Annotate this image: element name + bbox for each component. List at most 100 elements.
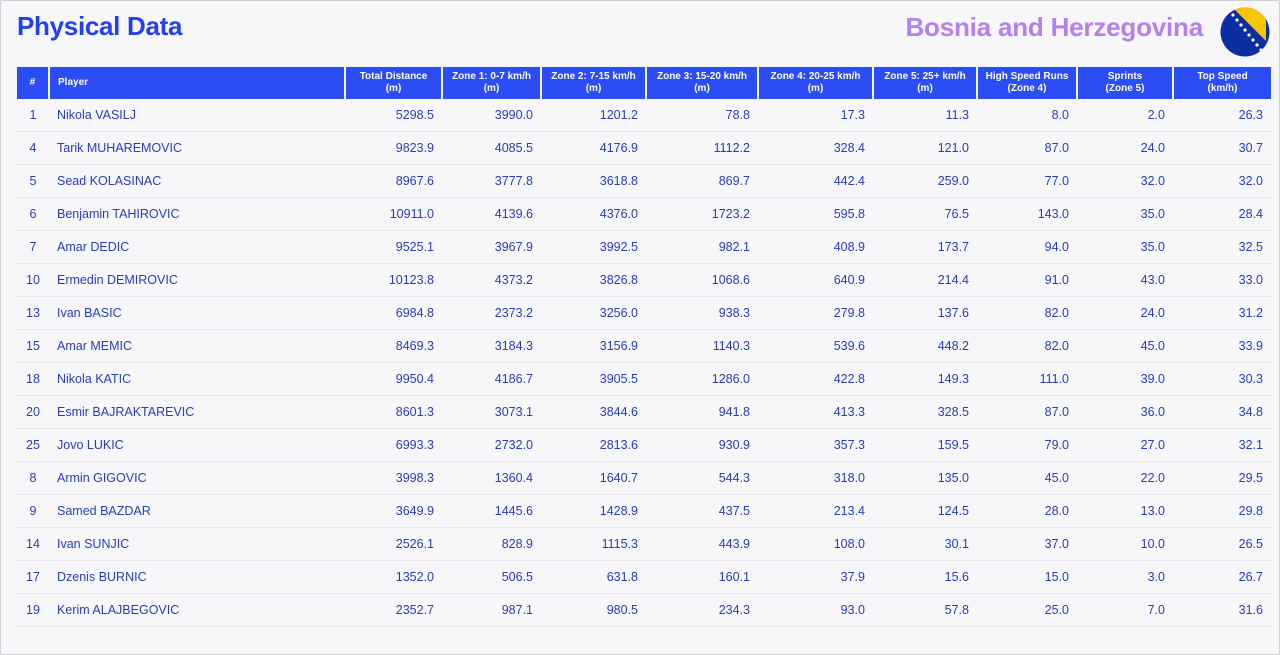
stat-cell: 4186.7 [442,362,541,396]
column-header: Zone 5: 25+ km/h (m) [873,67,978,99]
stat-cell: 3618.8 [541,164,646,198]
page-title: Physical Data [17,11,183,41]
stat-cell: 1640.7 [541,461,646,495]
stat-cell: 3967.9 [442,230,541,264]
stat-cell: 93.0 [758,593,873,627]
stat-cell: 1140.3 [646,329,758,363]
stat-cell: 595.8 [758,197,873,231]
player-name: Dzenis BURNIC [49,560,345,594]
column-header-unit: (km/h) [1207,83,1238,94]
column-header-unit: (m) [585,83,602,94]
column-header-label: Zone 2: 7-15 km/h [551,71,636,82]
stat-cell: 408.9 [758,230,873,264]
table-row: 4 Tarik MUHAREMOVIC 9823.9 4085.5 4176.9 1112… [17,131,1271,165]
stat-cell: 8469.3 [345,329,442,363]
player-name: Ivan SUNJIC [49,527,345,561]
player-name: Sead KOLASINAC [49,164,345,198]
stat-cell: 45.0 [977,461,1077,495]
stat-cell: 1068.6 [646,263,758,297]
stat-cell: 11.3 [873,99,977,132]
column-header-unit: (m) [917,83,933,94]
table-row: 19 Kerim ALAJBEGOVIC 2352.7 987.1 980.5 234.3… [17,593,1271,627]
stat-cell: 8.0 [977,99,1077,132]
table-row: 9 Samed BAZDAR 3649.9 1445.6 1428.9 437.5 213.… [17,494,1271,528]
stat-cell: 26.5 [1173,527,1271,561]
table-row: 13 Ivan BASIC 6984.8 2373.2 3256.0 938.3 279.8… [17,296,1271,330]
stat-cell: 82.0 [977,329,1077,363]
player-number: 13 [17,296,49,330]
stat-cell: 2526.1 [345,527,442,561]
stat-cell: 982.1 [646,230,758,264]
player-number: 25 [17,428,49,462]
stat-cell: 1201.2 [541,99,646,132]
column-header: # [17,67,50,99]
player-number: 8 [17,461,49,495]
stat-cell: 37.9 [758,560,873,594]
player-number: 17 [17,560,49,594]
stat-cell: 1112.2 [646,131,758,165]
stat-cell: 15.6 [873,560,977,594]
stat-cell: 15.0 [977,560,1077,594]
stat-cell: 9525.1 [345,230,442,264]
stat-cell: 78.8 [646,99,758,132]
physical-data-table: # Player Total Distance (m) Zone 1: 0-7 km/h… [17,67,1271,627]
column-header: Sprints (Zone 5) [1077,67,1174,99]
player-name: Jovo LUKIC [49,428,345,462]
stat-cell: 30.3 [1173,362,1271,396]
table-row: 1 Nikola VASILJ 5298.5 3990.0 1201.2 78.8 17.3… [17,99,1271,132]
table-row: 6 Benjamin TAHIROVIC 10911.0 4139.6 4376.0 17… [17,197,1271,231]
player-name: Tarik MUHAREMOVIC [49,131,345,165]
stat-cell: 1352.0 [345,560,442,594]
player-number: 1 [17,99,49,132]
stat-cell: 135.0 [873,461,977,495]
player-name: Nikola VASILJ [49,99,345,132]
player-name: Samed BAZDAR [49,494,345,528]
column-header-label: Zone 5: 25+ km/h [884,71,966,82]
stat-cell: 539.6 [758,329,873,363]
column-header: Zone 2: 7-15 km/h (m) [541,67,647,99]
stat-cell: 1723.2 [646,197,758,231]
column-header-unit: (m) [807,83,824,94]
stat-cell: 108.0 [758,527,873,561]
player-name: Armin GIGOVIC [49,461,345,495]
stat-cell: 10911.0 [345,197,442,231]
stat-cell: 10.0 [1077,527,1173,561]
stat-cell: 234.3 [646,593,758,627]
stat-cell: 3649.9 [345,494,442,528]
column-header-unit: (Zone 4) [1007,83,1047,94]
stat-cell: 24.0 [1077,131,1173,165]
stat-cell: 1115.3 [541,527,646,561]
column-header-label: Zone 1: 0-7 km/h [452,71,531,82]
player-name: Nikola KATIC [49,362,345,396]
stat-cell: 640.9 [758,263,873,297]
stat-cell: 28.4 [1173,197,1271,231]
stat-cell: 941.8 [646,395,758,429]
column-header-label: Sprints [1107,71,1143,82]
stat-cell: 448.2 [873,329,977,363]
table-row: 15 Amar MEMIC 8469.3 3184.3 3156.9 1140.3 539.… [17,329,1271,363]
stat-cell: 214.4 [873,263,977,297]
stat-cell: 1286.0 [646,362,758,396]
player-number: 18 [17,362,49,396]
player-number: 20 [17,395,49,429]
stat-cell: 3073.1 [442,395,541,429]
stat-cell: 9950.4 [345,362,442,396]
stat-cell: 7.0 [1077,593,1173,627]
stat-cell: 87.0 [977,131,1077,165]
stat-cell: 2.0 [1077,99,1173,132]
stat-cell: 544.3 [646,461,758,495]
column-header-label: Total Distance [359,71,428,82]
stat-cell: 124.5 [873,494,977,528]
column-header-label: Top Speed [1197,71,1248,82]
stat-cell: 869.7 [646,164,758,198]
column-header: Player [49,67,346,99]
stat-cell: 2352.7 [345,593,442,627]
player-name: Ivan BASIC [49,296,345,330]
stat-cell: 94.0 [977,230,1077,264]
column-header-unit: (m) [694,83,710,94]
stat-cell: 279.8 [758,296,873,330]
stat-cell: 328.4 [758,131,873,165]
stat-cell: 31.6 [1173,593,1271,627]
stat-cell: 437.5 [646,494,758,528]
stat-cell: 259.0 [873,164,977,198]
